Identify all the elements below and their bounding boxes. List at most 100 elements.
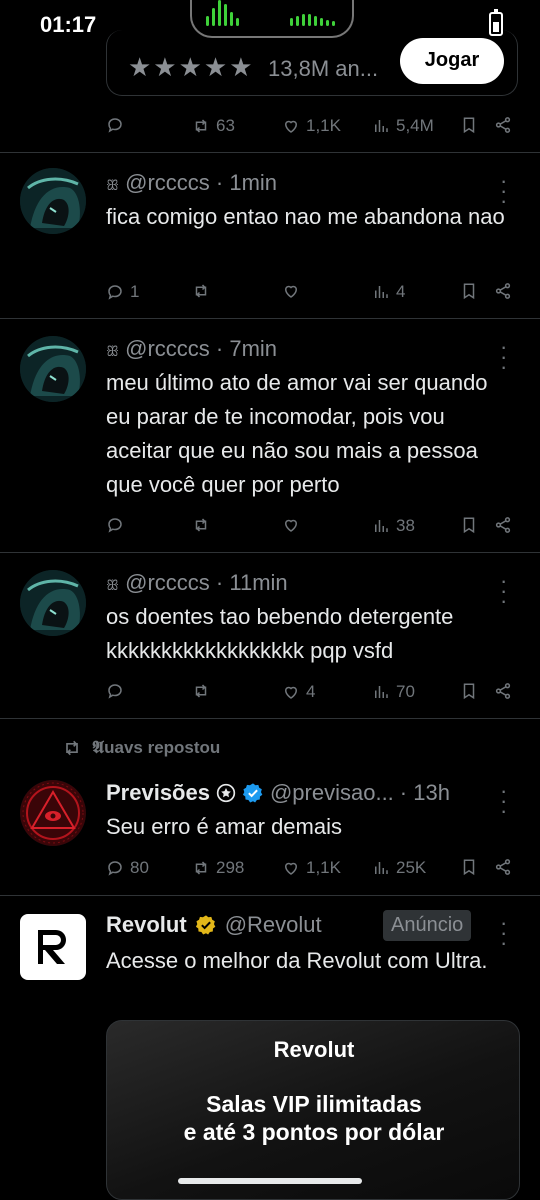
bookmark-icon: [463, 683, 475, 700]
views-button[interactable]: 38: [372, 516, 415, 536]
bookmark-button[interactable]: [460, 858, 478, 876]
ad-text: Acesse o melhor da Revolut com Ultra.: [106, 948, 488, 973]
display-name[interactable]: Previsões: [106, 780, 210, 806]
retweet-button[interactable]: [192, 682, 210, 700]
share-icon: [495, 517, 511, 533]
bookmark-button[interactable]: [460, 116, 478, 134]
avatar[interactable]: [20, 168, 86, 234]
views-icon: [375, 286, 388, 298]
status-time: 01:17: [40, 12, 97, 37]
share-button[interactable]: [494, 116, 512, 134]
tweet-text: os doentes tao bebendo detergente kkkkkk…: [106, 604, 454, 663]
retweet-icon: [195, 861, 207, 875]
tweet-text: Seu erro é amar demais: [106, 814, 342, 839]
share-icon: [495, 283, 511, 299]
ad-badge: Anúncio: [383, 910, 472, 941]
star-badge-icon: [216, 783, 236, 803]
tweet-text: meu último ato de amor vai ser quando eu…: [106, 370, 488, 497]
like-button[interactable]: [282, 516, 300, 534]
avatar[interactable]: [20, 336, 86, 402]
reply-button[interactable]: [106, 116, 124, 134]
retweet-button[interactable]: 298: [192, 858, 244, 878]
retweet-icon: [66, 740, 78, 756]
play-button[interactable]: Jogar: [400, 38, 504, 84]
retweet-icon: [195, 284, 207, 298]
retweet-button[interactable]: [192, 516, 210, 534]
retweet-button[interactable]: 63: [192, 116, 235, 136]
bookmark-icon: [463, 283, 475, 300]
like-button[interactable]: 4: [282, 682, 315, 702]
heart-icon: [284, 519, 298, 532]
timestamp[interactable]: · 13h: [400, 780, 450, 806]
reply-icon: [108, 118, 122, 133]
views-count: 5,4M: [396, 116, 434, 135]
heart-icon: [284, 862, 298, 875]
reply-button[interactable]: 80: [106, 858, 149, 878]
retweet-icon: [195, 518, 207, 532]
avatar[interactable]: [20, 780, 86, 846]
gold-verified-badge-icon: [195, 915, 216, 935]
card-brand: Revolut: [273, 1037, 355, 1062]
verified-badge-icon: [242, 783, 263, 803]
timestamp[interactable]: · 11min: [216, 570, 288, 595]
like-button[interactable]: 1,1K: [282, 116, 341, 136]
reply-button[interactable]: [106, 516, 124, 534]
emoji-icon: ꕥ: [106, 343, 119, 359]
views-button[interactable]: 70: [372, 682, 415, 702]
retweet-count: 298: [216, 858, 245, 877]
reply-icon: [108, 518, 122, 533]
user-handle[interactable]: @rccccs: [125, 336, 210, 361]
timestamp[interactable]: · 7min: [216, 336, 277, 361]
home-indicator[interactable]: [178, 1178, 362, 1184]
user-handle[interactable]: @rccccs: [125, 170, 210, 195]
retweet-icon: [195, 119, 207, 133]
views-icon: [375, 520, 388, 532]
repost-header[interactable]: 𝕬uavs repostou: [62, 738, 220, 758]
share-icon: [495, 859, 511, 875]
share-button[interactable]: [494, 516, 512, 534]
display-name[interactable]: Revolut: [106, 912, 187, 938]
user-handle[interactable]: @rccccs: [125, 570, 210, 595]
reply-button[interactable]: 1: [106, 282, 139, 302]
share-icon: [495, 117, 511, 133]
bookmark-button[interactable]: [460, 516, 478, 534]
share-button[interactable]: [494, 858, 512, 876]
tweet-text: fica comigo entao nao me abandona nao: [106, 204, 505, 229]
reply-count: 80: [130, 858, 149, 877]
views-icon: [375, 862, 388, 874]
reply-icon: [108, 684, 122, 699]
reply-button[interactable]: [106, 682, 124, 700]
avatar[interactable]: [20, 570, 86, 636]
bookmark-icon: [463, 517, 475, 534]
user-handle[interactable]: @Revolut: [225, 912, 322, 938]
star-rating: ★★★★★: [128, 52, 255, 82]
ad-media-card[interactable]: Revolut Salas VIP ilimitadas e até 3 pon…: [106, 1020, 520, 1200]
views-count: 38: [396, 516, 415, 535]
timestamp[interactable]: · 1min: [216, 170, 277, 195]
bookmark-button[interactable]: [460, 682, 478, 700]
user-handle[interactable]: @previsao...: [270, 780, 394, 806]
like-button[interactable]: [282, 282, 300, 300]
views-count: 70: [396, 682, 415, 701]
bookmark-button[interactable]: [460, 282, 478, 300]
revolut-logo[interactable]: [20, 914, 86, 980]
reposter-label: 𝕬uavs repostou: [92, 738, 221, 757]
like-count: 1,1K: [306, 858, 341, 877]
reply-icon: [108, 285, 122, 300]
retweet-button[interactable]: [192, 282, 210, 300]
heart-icon: [284, 686, 298, 699]
bookmark-icon: [463, 117, 475, 134]
card-headline-1: Salas VIP ilimitadas: [206, 1091, 422, 1117]
heart-icon: [284, 285, 298, 298]
views-button[interactable]: 25K: [372, 858, 426, 878]
rating-count: 13,8M an...: [268, 56, 379, 81]
views-button[interactable]: 4: [372, 282, 405, 302]
heart-icon: [284, 120, 298, 133]
views-icon: [375, 686, 388, 698]
reply-icon: [108, 861, 122, 876]
like-button[interactable]: 1,1K: [282, 858, 341, 878]
share-button[interactable]: [494, 282, 512, 300]
views-button[interactable]: 5,4M: [372, 116, 434, 136]
share-button[interactable]: [494, 682, 512, 700]
retweet-icon: [195, 684, 207, 698]
